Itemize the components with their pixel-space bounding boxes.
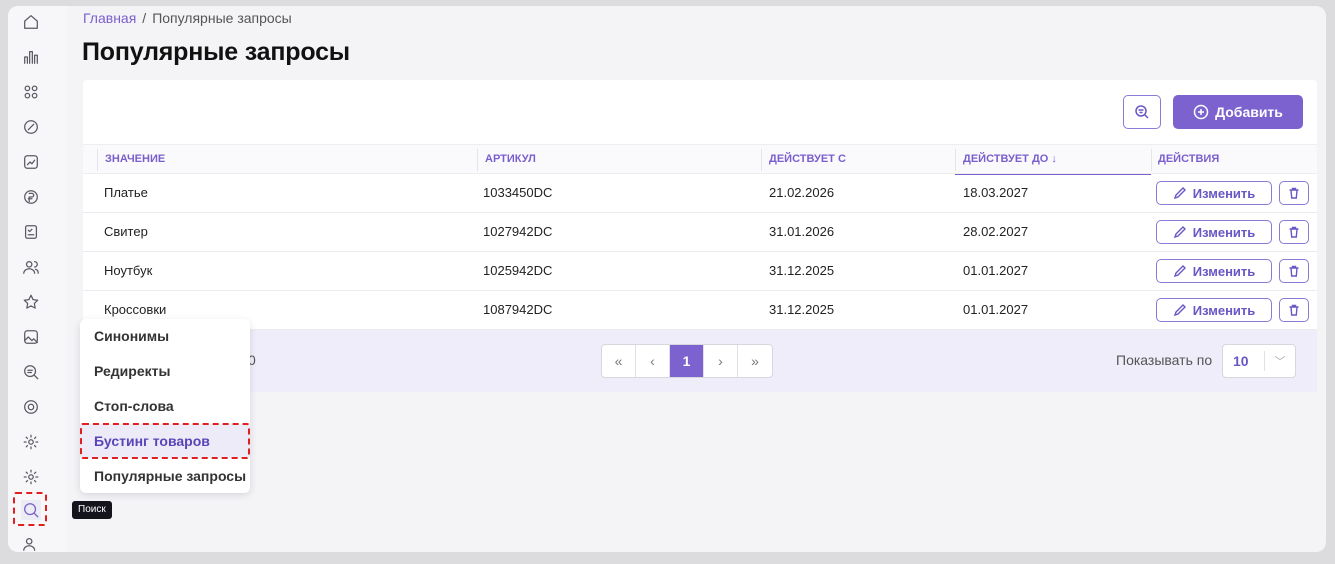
column-header-value[interactable]: ЗНАЧЕНИЕ (105, 145, 165, 175)
trash-icon (1289, 304, 1299, 316)
column-header-from[interactable]: ДЕЙСТВУЕТ С (769, 145, 846, 175)
search-icon-highlight (13, 492, 47, 526)
image-icon[interactable] (21, 327, 41, 347)
edit-button-label: Изменить (1192, 263, 1256, 279)
users-icon[interactable] (21, 257, 41, 277)
search-list-icon[interactable] (21, 362, 41, 382)
page-prev-button[interactable]: ‹ (636, 345, 670, 377)
filter-search-icon (1135, 105, 1149, 119)
table-footer: 0 « ‹ 1 › » Показывать по 10 ﹀ (83, 330, 1317, 392)
apps-icon[interactable] (21, 82, 41, 102)
per-page-label: Показывать по (1116, 352, 1213, 368)
table-row: Кроссовки 1087942DC 31.12.2025 01.01.202… (83, 291, 1317, 330)
checklist-icon[interactable] (21, 222, 41, 242)
cell-sku: 1087942DC (483, 302, 553, 317)
cell-sku: 1027942DC (483, 224, 553, 239)
breadcrumb: Главная / Популярные запросы (83, 10, 292, 26)
cell-to: 28.02.2027 (963, 224, 1029, 239)
menu-item-synonyms[interactable]: Синонимы (80, 319, 250, 353)
pencil-icon (1173, 265, 1186, 278)
cell-value: Ноутбук (104, 263, 153, 278)
cell-to: 01.01.2027 (963, 263, 1029, 278)
delete-button[interactable] (1279, 298, 1309, 322)
delete-button[interactable] (1279, 220, 1309, 244)
add-button-label: Добавить (1215, 104, 1283, 120)
table-row: Свитер 1027942DC 31.01.2026 28.02.2027 И… (83, 213, 1317, 252)
search-submenu: Синонимы Редиректы Стоп-слова Бустинг то… (80, 319, 250, 493)
cell-value: Платье (104, 185, 148, 200)
trash-icon (1289, 187, 1299, 199)
edit-button[interactable]: Изменить (1156, 259, 1272, 283)
home-icon[interactable] (21, 12, 41, 32)
page-first-button[interactable]: « (602, 345, 636, 377)
cell-to: 01.01.2027 (963, 302, 1029, 317)
table-header: ЗНАЧЕНИЕ АРТИКУЛ ДЕЙСТВУЕТ С ДЕЙСТВУЕТ Д… (83, 144, 1317, 175)
pencil-icon (1173, 226, 1186, 239)
page-last-button[interactable]: » (738, 345, 772, 377)
plus-circle-icon (1193, 104, 1209, 120)
chevron-down-icon: ﹀ (1274, 356, 1286, 368)
edit-button-label: Изменить (1192, 224, 1256, 240)
cell-sku: 1025942DC (483, 263, 553, 278)
app-window: Главная / Популярные запросы Популярные за… (8, 6, 1326, 552)
analytics-icon[interactable] (21, 47, 41, 67)
trash-icon (1289, 226, 1299, 238)
breadcrumb-current: Популярные запросы (152, 10, 292, 26)
pagination: « ‹ 1 › » (601, 344, 773, 378)
queries-table: ЗНАЧЕНИЕ АРТИКУЛ ДЕЙСТВУЕТ С ДЕЙСТВУЕТ Д… (83, 144, 1317, 330)
per-page-value: 10 (1223, 351, 1265, 371)
cell-to: 18.03.2027 (963, 185, 1029, 200)
cell-sku: 1033450DC (483, 185, 553, 200)
boosting-highlight (80, 423, 250, 459)
add-button[interactable]: Добавить (1173, 95, 1303, 129)
search-tooltip: Поиск (72, 501, 112, 519)
column-header-actions: ДЕЙСТВИЯ (1158, 153, 1220, 165)
breadcrumb-separator: / (142, 10, 147, 26)
trash-icon (1289, 265, 1299, 277)
discount-icon[interactable] (21, 117, 41, 137)
sidebar (8, 6, 66, 552)
pencil-icon (1173, 304, 1186, 317)
edit-button[interactable]: Изменить (1156, 298, 1272, 322)
star-icon[interactable] (21, 292, 41, 312)
filter-button[interactable] (1123, 95, 1161, 129)
team-icon[interactable] (21, 534, 41, 552)
support-icon[interactable] (21, 397, 41, 417)
edit-button-label: Изменить (1192, 302, 1256, 318)
settings-alt-icon[interactable] (21, 467, 41, 487)
currency-icon[interactable] (21, 187, 41, 207)
cell-from: 21.02.2026 (769, 185, 835, 200)
cell-value: Свитер (104, 224, 148, 239)
chart-icon[interactable] (21, 152, 41, 172)
delete-button[interactable] (1279, 181, 1309, 205)
per-page-select[interactable]: 10 ﹀ (1222, 344, 1296, 378)
page-current-button[interactable]: 1 (670, 345, 704, 377)
table-row: Ноутбук 1025942DC 31.12.2025 01.01.2027 … (83, 252, 1317, 291)
page-title: Популярные запросы (82, 38, 350, 66)
cell-from: 31.01.2026 (769, 224, 835, 239)
breadcrumb-home-link[interactable]: Главная (83, 10, 136, 26)
menu-item-popular-queries[interactable]: Популярные запросы (80, 459, 250, 493)
edit-button[interactable]: Изменить (1156, 181, 1272, 205)
page-next-button[interactable]: › (704, 345, 738, 377)
column-header-sku[interactable]: АРТИКУЛ (485, 145, 536, 175)
settings-icon[interactable] (21, 432, 41, 452)
edit-button[interactable]: Изменить (1156, 220, 1272, 244)
menu-item-stopwords[interactable]: Стоп-слова (80, 389, 250, 423)
pencil-icon (1173, 187, 1186, 200)
column-header-to[interactable]: ДЕЙСТВУЕТ ДО ↓ (955, 145, 1151, 175)
table-row: Платье 1033450DC 21.02.2026 18.03.2027 И… (83, 174, 1317, 213)
delete-button[interactable] (1279, 259, 1309, 283)
menu-item-redirects[interactable]: Редиректы (80, 354, 250, 388)
cell-from: 31.12.2025 (769, 263, 835, 278)
edit-button-label: Изменить (1192, 185, 1256, 201)
cell-from: 31.12.2025 (769, 302, 835, 317)
